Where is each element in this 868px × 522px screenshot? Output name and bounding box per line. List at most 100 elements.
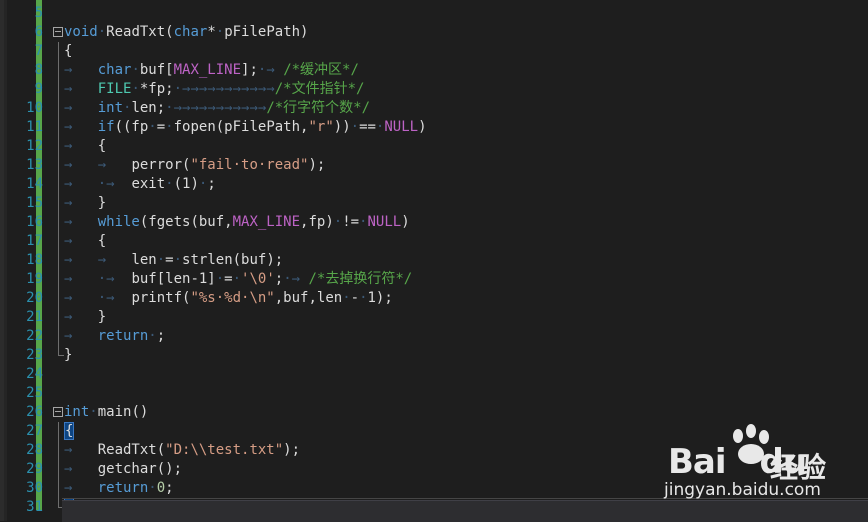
code-text: → getchar();	[64, 460, 182, 479]
code-token: "r"	[308, 119, 334, 135]
line-number: 15	[26, 195, 43, 211]
code-line[interactable]: 18 → → len·=·strlen(buf);	[0, 251, 868, 270]
code-line[interactable]: 8 → char·buf[MAX_LINE];·→ /*缓冲区*/	[0, 61, 868, 80]
whitespace-marker: → →	[64, 252, 132, 268]
fold-guide-line	[58, 137, 59, 156]
code-line[interactable]: 6 void·ReadTxt(char*·pFilePath)	[0, 23, 868, 42]
line-number: 22	[26, 328, 43, 344]
whitespace-marker: ·	[173, 252, 183, 268]
code-line[interactable]: 22 → return·;	[0, 327, 868, 346]
code-line[interactable]: 19 → ·→ buf[len-1]·=·'\0';·→ /*去掉换行符*/	[0, 270, 868, 289]
line-number: 29	[26, 461, 43, 477]
whitespace-marker: ·→→→→→→→→→→→	[165, 100, 267, 116]
line-number: 12	[26, 138, 43, 154]
whitespace-marker: →	[64, 233, 98, 249]
code-text: → return·;	[64, 327, 165, 346]
code-line[interactable]: 25	[0, 384, 868, 403]
watermark-url: jingyan.baidu.com	[664, 480, 821, 500]
code-text: void·ReadTxt(char*·pFilePath)	[64, 23, 308, 42]
fold-guide-line	[58, 118, 59, 137]
code-text: }	[64, 346, 72, 365]
code-token: '\0'	[241, 271, 275, 287]
code-token: *fp;	[139, 81, 174, 97]
whitespace-marker: ·	[148, 480, 157, 496]
code-line[interactable]: 11 → if((fp·=·fopen(pFilePath,"r"))·==·NU…	[0, 118, 868, 137]
code-token: -	[350, 290, 360, 306]
whitespace-marker: →	[64, 81, 98, 97]
code-token: ReadTxt(	[97, 442, 166, 458]
code-token: }	[97, 195, 107, 211]
code-token: );	[283, 442, 301, 458]
code-text: → ·→ exit·(1)·;	[64, 175, 216, 194]
code-text: → FILE·*fp;·→→→→→→→→→→→/*文件指针*/	[64, 80, 364, 99]
code-text: → }	[64, 308, 106, 327]
code-line[interactable]: 7{	[0, 42, 868, 61]
code-line[interactable]: 23}	[0, 346, 868, 365]
code-comment: /*缓冲区*/	[283, 62, 359, 78]
line-number: 8	[34, 62, 43, 78]
code-token: {	[64, 43, 73, 59]
code-token: ReadTxt(	[106, 24, 174, 40]
code-line[interactable]: 10 → int·len;·→→→→→→→→→→→/*行字符个数*/	[0, 99, 868, 118]
fold-guide-line	[58, 194, 59, 213]
code-token: NULL	[384, 119, 419, 135]
code-text: → while(fgets(buf,MAX_LINE,fp)·!=·NULL)	[64, 213, 410, 232]
collapse-block-icon[interactable]	[53, 27, 63, 37]
code-token: ;	[165, 480, 174, 496]
code-token: MAX_LINE	[232, 214, 301, 230]
code-line[interactable]: 20 → ·→ printf("%s·%d·\n",buf,len·-·1);	[0, 289, 868, 308]
code-text: → return·0;	[64, 479, 174, 498]
code-line[interactable]: 17 → {	[0, 232, 868, 251]
line-number: 28	[26, 442, 43, 458]
code-token: return	[97, 328, 149, 344]
code-line[interactable]: 24	[0, 365, 868, 384]
line-number: 13	[26, 157, 43, 173]
code-line[interactable]: 15 → }	[0, 194, 868, 213]
code-token: char	[173, 24, 208, 40]
code-token: {	[97, 233, 107, 249]
collapse-block-icon[interactable]	[53, 407, 63, 417]
code-line[interactable]: 16 → while(fgets(buf,MAX_LINE,fp)·!=·NULL…	[0, 213, 868, 232]
code-line[interactable]: 12 → {	[0, 137, 868, 156]
whitespace-marker: →	[64, 461, 98, 477]
code-text: int·main()	[64, 403, 148, 422]
whitespace-marker: ·	[350, 119, 360, 135]
whitespace-marker: ·	[215, 271, 225, 287]
whitespace-marker: →	[64, 119, 98, 135]
code-text: → → len·=·strlen(buf);	[64, 251, 283, 270]
fold-guide-line	[58, 42, 59, 61]
code-line[interactable]: 9 → FILE·*fp;·→→→→→→→→→→→/*文件指针*/	[0, 80, 868, 99]
whitespace-marker: → →	[64, 157, 132, 173]
whitespace-marker: ·	[342, 290, 351, 306]
code-token: 0	[156, 480, 166, 496]
code-token: ;	[274, 271, 284, 287]
line-number: 24	[26, 366, 43, 382]
whitespace-marker: ·	[232, 271, 242, 287]
whitespace-marker: → ·→	[64, 290, 132, 306]
code-line[interactable]: 13 → → perror("fail·to·read");	[0, 156, 868, 175]
code-token: strlen(buf);	[182, 252, 284, 268]
code-token: )	[401, 214, 410, 230]
horizontal-scrollbar[interactable]	[62, 500, 868, 522]
code-token: =	[224, 271, 233, 287]
line-number: 7	[34, 43, 43, 59]
code-token: buf[len-1]	[131, 271, 216, 287]
code-line[interactable]: 14 → ·→ exit·(1)·;	[0, 175, 868, 194]
code-comment: /*去掉换行符*/	[308, 271, 413, 287]
whitespace-marker: ·	[148, 328, 157, 344]
code-token: len	[131, 252, 157, 268]
fold-guide-line	[58, 80, 59, 99]
code-line[interactable]: 21 → }	[0, 308, 868, 327]
fold-guide-line	[58, 479, 59, 498]
code-comment: /*文件指针*/	[274, 81, 365, 97]
code-line[interactable]: 5	[0, 4, 868, 23]
fold-guide-line	[58, 422, 59, 441]
whitespace-marker: ·	[333, 214, 343, 230]
code-token: buf[	[139, 62, 174, 78]
fold-guide-line	[58, 61, 59, 80]
code-token: ((fp	[114, 119, 149, 135]
baidu-jingyan-watermark: Bai du 经验 jingyan.baidu.com	[660, 420, 868, 500]
code-token: );	[308, 157, 326, 173]
code-token: )	[418, 119, 427, 135]
code-token: if	[97, 119, 115, 135]
